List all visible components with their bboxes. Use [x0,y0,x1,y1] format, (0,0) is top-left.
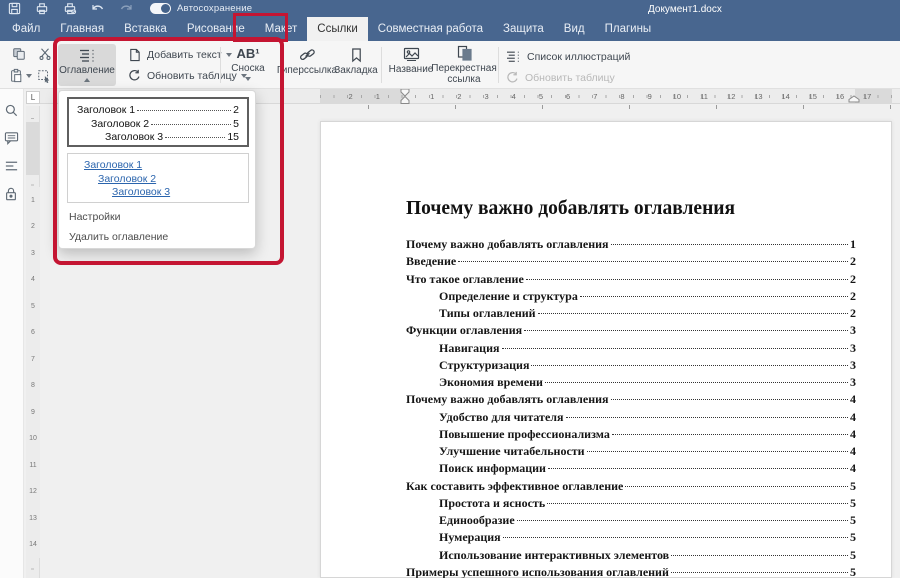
toc-entry[interactable]: Использование интерактивных элементов 5 [406,548,856,565]
dot-leader [671,572,848,573]
toc-entry[interactable]: Функции оглавления 3 [406,323,856,340]
dot-leader [531,365,848,366]
refresh-icon [506,71,519,84]
dot-leader [580,296,848,297]
dot-leader [524,330,848,331]
update-figures-table-button-disabled: Обновить таблицу [506,71,615,84]
right-indent-marker[interactable] [848,95,860,103]
toc-entry[interactable]: Навигация 3 [406,341,856,358]
select-icon[interactable] [37,69,51,83]
print-icon[interactable] [28,1,56,17]
annotation-highlight-toc-tools [53,37,284,265]
ribbon-tab[interactable]: Защита [493,17,554,41]
toc-entry[interactable]: Почему важно добавлять оглавления 1 [406,237,856,254]
toolbar-separator [498,47,499,83]
dot-leader [526,279,848,280]
tab-stop-tick [890,105,891,109]
toc-entry[interactable]: Что такое оглавление 2 [406,272,856,289]
review-marks-icon[interactable] [4,160,19,172]
bookmark-icon [350,47,363,63]
quick-print-icon[interactable] [56,1,84,17]
window-titlebar: Автосохранение Документ1.docx Файл Главн… [0,0,900,41]
toggle-knob [161,4,170,13]
dot-leader [458,261,848,262]
toc-entry[interactable]: Поиск информации 4 [406,461,856,478]
search-icon[interactable] [4,103,19,118]
document-page[interactable]: Почему важно добавлять оглавления Почему… [320,121,892,578]
toc-entry[interactable]: Улучшение читабельности 4 [406,444,856,461]
copy-icon[interactable] [12,47,26,61]
tab-stop-tick [542,105,543,109]
toc-entry[interactable]: Типы оглавлений 2 [406,306,856,323]
left-sidebar [0,89,24,578]
dot-leader [611,244,848,245]
toc-entry[interactable]: Удобство для читателя 4 [406,410,856,427]
quick-access-toolbar: Автосохранение [0,0,900,17]
bookmark-button[interactable]: Закладка [333,47,379,76]
tab-stop-tick [629,105,630,109]
save-icon[interactable] [0,1,28,17]
protection-lock-icon[interactable] [4,186,18,202]
paste-caret-icon [26,74,32,78]
ribbon-tab[interactable]: Совместная работа [368,17,493,41]
cross-reference-icon [456,45,473,61]
toc-entry[interactable]: Структуризация 3 [406,358,856,375]
paste-icon[interactable] [9,68,32,83]
document-heading: Почему важно добавлять оглавления [406,198,735,220]
tab-stop-tick [716,105,717,109]
toc-entry[interactable]: Как составить эффективное оглавление 5 [406,479,856,496]
vertical-ruler-numbers: 1234567891011121314 [26,187,40,558]
ribbon-tab[interactable]: Вид [554,17,595,41]
toc-entry[interactable]: Повышение профессионализма 4 [406,427,856,444]
ribbon-tab[interactable]: Плагины [595,17,662,41]
dot-leader [587,451,848,452]
document-toc: Почему важно добавлять оглавления 1 Введ… [406,237,856,578]
toc-entry[interactable]: Экономия времени 3 [406,375,856,392]
ruler-numbers: 211234567891011121314151617 [337,89,881,104]
tab-type-selector[interactable]: L [26,91,40,104]
cut-icon[interactable] [38,47,52,61]
dot-leader [548,468,848,469]
figures-list-button[interactable]: Список иллюстраций [506,50,630,63]
ruler-top-margin-zone [26,122,39,175]
figures-list-icon [506,50,521,63]
tab-stop-tick [455,105,456,109]
dot-leader [612,434,848,435]
cross-reference-button[interactable]: Перекрестная ссылка [436,45,492,85]
dot-leader [538,313,848,314]
vertical-ruler[interactable]: 1234567891011121314 [26,106,40,578]
hyperlink-button[interactable]: Гиперссылка [281,47,333,76]
document-title: Документ1.docx [648,4,722,15]
autosave-toggle[interactable] [150,3,171,14]
dot-leader [502,348,849,349]
toc-entry[interactable]: Нумерация 5 [406,530,856,547]
redo-icon[interactable] [112,1,140,17]
undo-icon[interactable] [84,1,112,17]
toc-entry[interactable]: Простота и ясность 5 [406,496,856,513]
caption-image-icon [403,47,420,62]
dot-leader [625,486,848,487]
dot-leader [611,399,848,400]
toc-entry[interactable]: Почему важно добавлять оглавления 4 [406,392,856,409]
dot-leader [545,382,848,383]
ribbon-tab[interactable]: Ссылки [307,17,368,41]
dot-leader [671,555,848,556]
tab-stop-tick [368,105,369,109]
toolbar-separator [381,47,382,83]
toc-entry[interactable]: Примеры успешного использования оглавлен… [406,565,856,578]
toc-entry[interactable]: Введение 2 [406,254,856,271]
comments-icon[interactable] [4,131,19,145]
hyperlink-icon [299,47,316,63]
toc-entry[interactable]: Определение и структура 2 [406,289,856,306]
toc-entry[interactable]: Единообразие 5 [406,513,856,530]
caption-button[interactable]: Название [386,47,436,75]
dot-leader [566,417,849,418]
dot-leader [503,537,848,538]
dot-leader [517,520,848,521]
tab-stop-tick [803,105,804,109]
ribbon-tab[interactable]: Файл [2,17,50,41]
indent-marker[interactable] [398,88,412,105]
dot-leader [547,503,848,504]
